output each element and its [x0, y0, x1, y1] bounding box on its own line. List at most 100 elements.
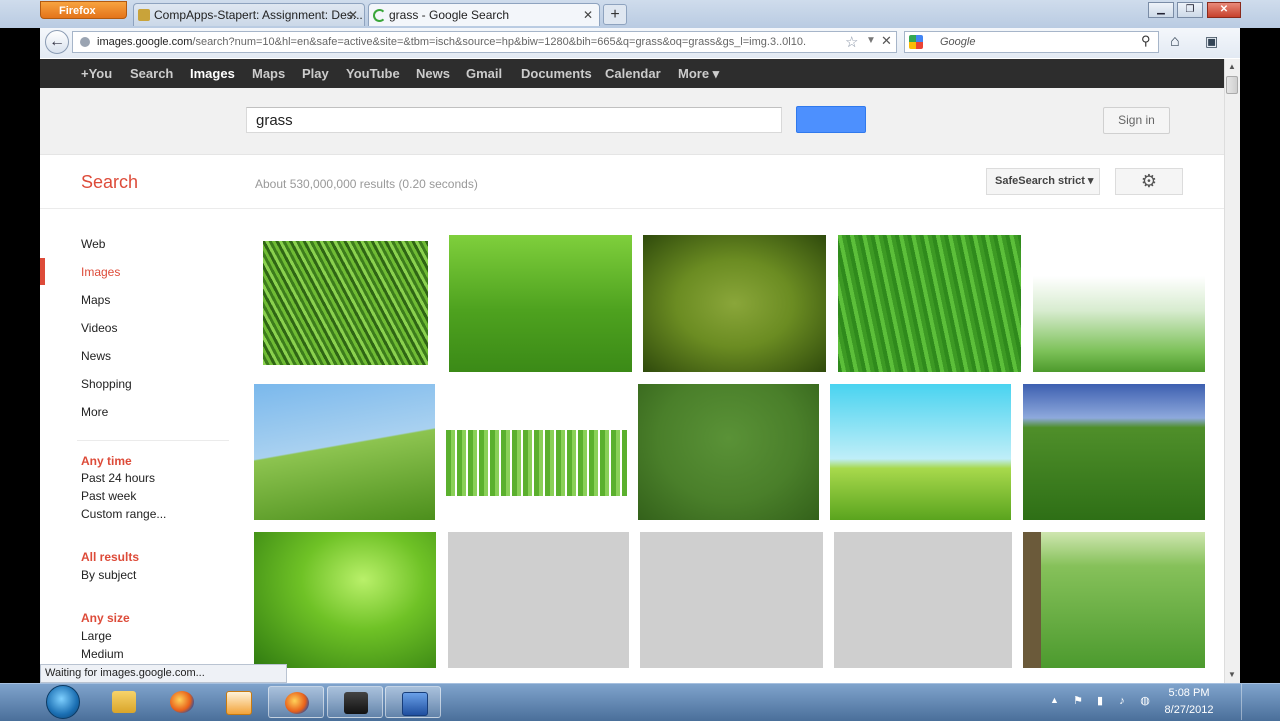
action-center-icon[interactable]: ⚑	[1071, 694, 1085, 708]
filter-custom-range[interactable]: Custom range...	[81, 507, 166, 521]
image-placeholder[interactable]	[640, 532, 823, 668]
start-button[interactable]	[46, 685, 80, 719]
page-scrollbar[interactable]	[1224, 59, 1240, 683]
image-result[interactable]	[1023, 532, 1205, 668]
image-placeholder[interactable]	[834, 532, 1012, 668]
image-result[interactable]	[254, 532, 436, 668]
image-result[interactable]	[838, 235, 1021, 372]
search-button[interactable]	[796, 106, 866, 133]
tab-title: grass - Google Search	[389, 8, 510, 22]
gbar-maps[interactable]: Maps	[252, 59, 285, 88]
new-tab-button[interactable]: +	[603, 4, 627, 25]
taskbar-explorer[interactable]	[96, 686, 152, 718]
filter-any-size[interactable]: Any size	[81, 611, 130, 625]
gear-icon[interactable]: ⚙	[1115, 168, 1183, 195]
restore-button[interactable]: ❐	[1177, 2, 1203, 18]
firefox-icon	[285, 692, 309, 714]
scroll-thumb[interactable]	[1226, 76, 1238, 94]
image-result[interactable]	[1023, 384, 1205, 520]
gbar-gmail[interactable]: Gmail	[466, 59, 502, 88]
bookmark-star-icon[interactable]: ☆	[845, 33, 858, 51]
gbar-more[interactable]: More ▾	[678, 59, 719, 88]
filter-all-results[interactable]: All results	[81, 550, 139, 564]
taskbar-camtasia[interactable]	[327, 686, 383, 718]
nav-divider	[77, 440, 229, 441]
gbar-plus-you[interactable]: +You	[81, 59, 112, 88]
gbar-youtube[interactable]: YouTube	[346, 59, 400, 88]
taskbar-firefox-window[interactable]	[268, 686, 324, 718]
address-bar[interactable]: images.google.com/search?num=10&hl=en&sa…	[72, 31, 897, 53]
scroll-up-icon[interactable]: ▲	[1228, 62, 1236, 71]
show-desktop-button[interactable]	[1241, 684, 1252, 720]
search-input[interactable]	[246, 107, 782, 133]
clock-time[interactable]: 5:08 PM	[1150, 687, 1228, 699]
tab-google-search[interactable]: grass - Google Search ✕	[368, 3, 600, 26]
filter-any-time[interactable]: Any time	[81, 454, 132, 468]
nav-web[interactable]: Web	[81, 237, 105, 251]
header-divider	[40, 208, 1224, 209]
filter-past-24-hours[interactable]: Past 24 hours	[81, 471, 155, 485]
site-identity-icon[interactable]	[80, 37, 90, 47]
filter-by-subject[interactable]: By subject	[81, 568, 136, 582]
back-button[interactable]: ←	[45, 30, 69, 54]
firefox-icon	[170, 691, 194, 713]
tab-close-icon[interactable]: ✕	[583, 4, 593, 26]
image-result[interactable]	[643, 235, 826, 372]
url-domain: images.google.com	[97, 36, 193, 48]
stop-icon[interactable]: ✕	[881, 33, 892, 49]
video-camera-icon	[344, 692, 368, 714]
search-heading: Search	[81, 172, 139, 192]
filter-past-week[interactable]: Past week	[81, 489, 136, 503]
result-stats: About 530,000,000 results (0.20 seconds)	[255, 177, 478, 191]
browser-search-input[interactable]: Google	[904, 31, 1159, 53]
gbar-calendar[interactable]: Calendar	[605, 59, 661, 88]
filter-large[interactable]: Large	[81, 629, 112, 643]
folder-icon	[112, 691, 136, 713]
image-result[interactable]	[449, 235, 632, 372]
taskbar-firefox-pinned[interactable]	[154, 686, 210, 718]
nav-shopping[interactable]: Shopping	[81, 377, 132, 391]
scroll-down-icon[interactable]: ▼	[1228, 670, 1236, 679]
firefox-menu-button[interactable]: Firefox	[40, 1, 127, 19]
image-result[interactable]	[263, 241, 428, 365]
search-engine-icon[interactable]	[909, 35, 923, 49]
gbar-search[interactable]: Search	[130, 59, 173, 88]
filter-medium[interactable]: Medium	[81, 647, 124, 661]
gbar-news[interactable]: News	[416, 59, 450, 88]
bookmarks-menu-icon[interactable]: ▣	[1205, 33, 1218, 50]
tray-expand-icon[interactable]: ▲	[1050, 695, 1059, 705]
gbar-images[interactable]: Images	[190, 59, 235, 88]
volume-icon[interactable]: ♪	[1115, 694, 1129, 708]
right-border	[1240, 28, 1280, 683]
taskbar-word[interactable]	[385, 686, 441, 718]
image-result[interactable]	[830, 384, 1011, 520]
image-result[interactable]	[446, 430, 627, 496]
taskbar-media-player[interactable]	[210, 686, 266, 718]
tab-close-icon[interactable]: ✕	[348, 4, 358, 26]
minimize-button[interactable]: ▁	[1148, 2, 1174, 18]
tab-title: CompApps-Stapert: Assignment: Des...	[154, 8, 363, 22]
image-placeholder[interactable]	[448, 532, 629, 668]
image-result[interactable]	[254, 384, 435, 520]
nav-images[interactable]: Images	[81, 265, 120, 279]
tab-compapps[interactable]: CompApps-Stapert: Assignment: Des... ✕	[133, 3, 365, 26]
nav-news[interactable]: News	[81, 349, 111, 363]
sign-in-button[interactable]: Sign in	[1103, 107, 1170, 134]
clock-date[interactable]: 8/27/2012	[1150, 704, 1228, 716]
image-result[interactable]	[1033, 235, 1205, 372]
moodle-favicon-icon	[138, 9, 150, 21]
active-nav-marker	[40, 258, 45, 285]
nav-more[interactable]: More	[81, 405, 108, 419]
home-icon[interactable]: ⌂	[1170, 33, 1180, 51]
search-icon[interactable]: ⚲	[1141, 33, 1151, 49]
safesearch-dropdown[interactable]: SafeSearch strict ▾	[986, 168, 1100, 195]
history-dropdown-icon[interactable]: ▼	[866, 35, 876, 46]
status-bar: Waiting for images.google.com...	[40, 664, 287, 683]
image-result[interactable]	[638, 384, 819, 520]
nav-maps[interactable]: Maps	[81, 293, 110, 307]
nav-videos[interactable]: Videos	[81, 321, 117, 335]
gbar-documents[interactable]: Documents	[521, 59, 592, 88]
close-window-button[interactable]: ✕	[1207, 2, 1241, 18]
network-icon[interactable]: ▮	[1093, 694, 1107, 708]
gbar-play[interactable]: Play	[302, 59, 329, 88]
